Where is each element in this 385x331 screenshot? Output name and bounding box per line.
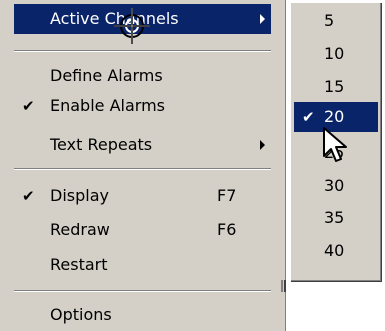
submenu-item-30[interactable]: 30 [294, 171, 378, 201]
submenu-item-40[interactable]: 40 [294, 236, 378, 266]
submenu-item-5[interactable]: 5 [294, 6, 378, 36]
shortcut-label: F6 [217, 220, 237, 239]
submenu-arrow-icon [260, 140, 265, 150]
main-context-menu: Active Channels Define Alarms ✔ Enable A… [0, 0, 286, 331]
submenu-item-10[interactable]: 10 [294, 39, 378, 69]
submenu-item-label: 5 [324, 11, 335, 30]
submenu-item-label: 10 [324, 44, 345, 63]
submenu-item-15[interactable]: 15 [294, 72, 378, 102]
menu-item-label: Options [50, 305, 112, 324]
submenu-item-label: 35 [324, 208, 345, 227]
crosshair-icon [114, 8, 150, 44]
menu-item-label: Text Repeats [50, 135, 153, 154]
menu-item-options[interactable]: Options [14, 300, 271, 330]
menu-item-restart[interactable]: Restart [14, 250, 271, 280]
submenu-item-label: 40 [324, 241, 345, 260]
menu-separator [14, 50, 271, 52]
menu-item-display[interactable]: ✔ Display F7 [14, 181, 271, 211]
arrow-cursor-icon [323, 127, 347, 162]
menu-item-label: Restart [50, 255, 108, 274]
checkmark-icon: ✔ [302, 108, 315, 126]
submenu-item-35[interactable]: 35 [294, 203, 378, 233]
resize-grip-icon[interactable] [281, 280, 287, 292]
checkmark-icon: ✔ [22, 97, 35, 115]
menu-item-redraw[interactable]: Redraw F6 [14, 215, 271, 245]
menu-item-label: Display [50, 186, 109, 205]
menu-item-label: Define Alarms [50, 66, 163, 85]
submenu-item-label: 15 [324, 77, 345, 96]
menu-item-label: Redraw [50, 220, 110, 239]
checkmark-icon: ✔ [22, 187, 35, 205]
menu-item-label: Enable Alarms [50, 96, 165, 115]
menu-item-text-repeats[interactable]: Text Repeats [14, 130, 271, 160]
submenu-arrow-icon [260, 14, 265, 24]
menu-item-enable-alarms[interactable]: ✔ Enable Alarms [14, 91, 271, 121]
submenu-item-label: 30 [324, 176, 345, 195]
menu-separator [14, 168, 271, 170]
menu-item-define-alarms[interactable]: Define Alarms [14, 61, 271, 91]
shortcut-label: F7 [217, 186, 237, 205]
menu-separator [14, 290, 271, 292]
